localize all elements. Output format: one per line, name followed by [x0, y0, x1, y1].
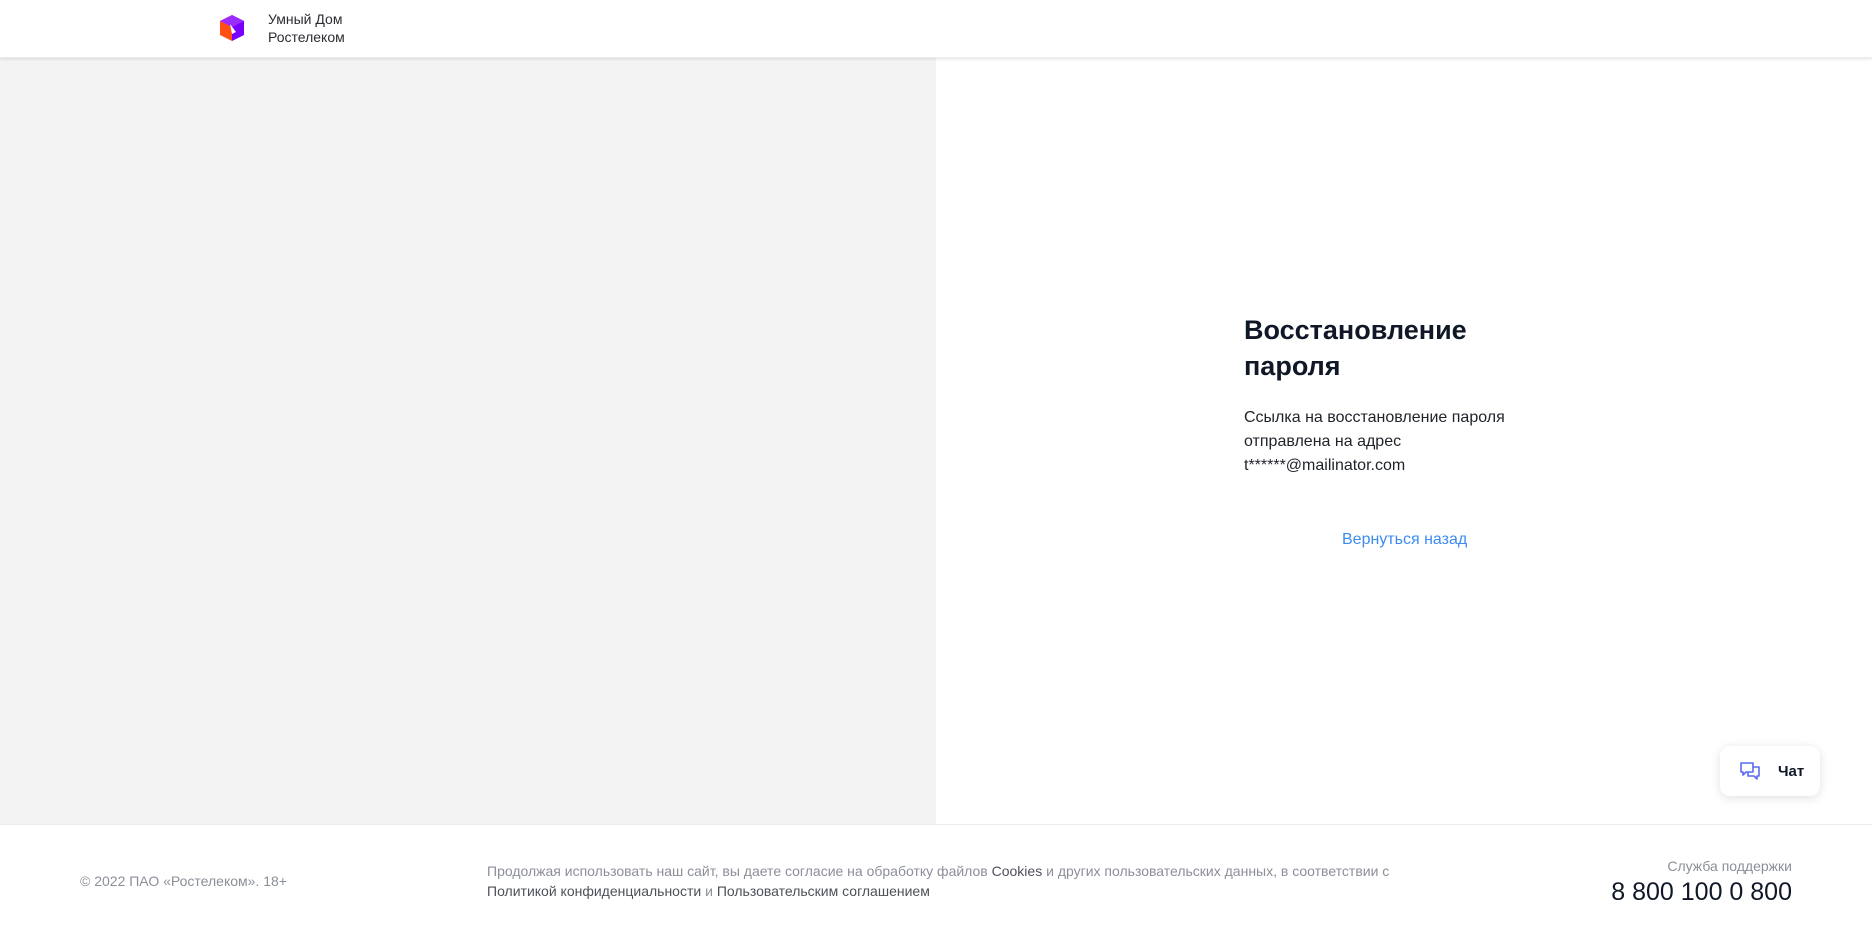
brand-name[interactable]: Умный Дом Ростелеком: [268, 10, 345, 46]
brand-line-2: Ростелеком: [268, 29, 345, 45]
privacy-policy-link[interactable]: Политикой конфиденциальности: [487, 883, 701, 899]
rostelecom-logo-icon[interactable]: [216, 12, 248, 44]
masked-email: t******@mailinator.com: [1244, 457, 1406, 474]
support-block: Служба поддержки 8 800 100 0 800: [1611, 857, 1792, 907]
page-title: Восстановление пароля: [1244, 315, 1467, 381]
support-phone[interactable]: 8 800 100 0 800: [1611, 877, 1792, 907]
back-link[interactable]: Вернуться назад: [1342, 531, 1467, 549]
brand-line-1: Умный Дом: [268, 11, 343, 27]
terms-link[interactable]: Пользовательским соглашением: [717, 883, 930, 899]
left-illustration-panel: [0, 58, 936, 824]
cookie-consent-text: Продолжая использовать наш сайт, вы дает…: [487, 861, 1407, 901]
site-header: Умный Дом Ростелеком: [0, 0, 1872, 58]
consent-middle: и других пользовательских данных, в соот…: [1046, 863, 1390, 879]
site-footer: © 2022 ПАО «Ростелеком». 18+ Продолжая и…: [0, 824, 1872, 936]
message-line-2: отправлена на адрес: [1244, 433, 1402, 450]
chat-bubbles-icon: [1740, 762, 1760, 780]
recovery-message: Ссылка на восстановление пароля отправле…: [1244, 406, 1544, 478]
copyright: © 2022 ПАО «Ростелеком». 18+: [80, 873, 287, 889]
consent-prefix: Продолжая использовать наш сайт, вы дает…: [487, 863, 988, 879]
chat-label: Чат: [1778, 762, 1805, 780]
cookies-link[interactable]: Cookies: [992, 863, 1043, 879]
message-line-1: Ссылка на восстановление пароля: [1244, 409, 1505, 426]
consent-and: и: [705, 883, 713, 899]
password-recovery-form: Восстановление пароля Ссылка на восстано…: [1244, 312, 1544, 478]
support-label: Служба поддержки: [1667, 858, 1792, 874]
chat-button[interactable]: Чат: [1720, 746, 1820, 796]
